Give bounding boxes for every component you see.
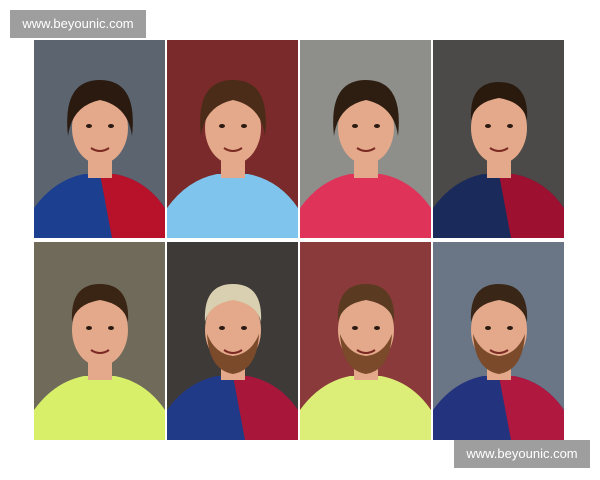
portrait-image xyxy=(34,40,165,238)
left-eye xyxy=(86,124,92,128)
portrait-photo-6 xyxy=(167,242,298,440)
left-eye xyxy=(352,326,358,330)
left-eye xyxy=(219,124,225,128)
portrait-photo-5 xyxy=(34,242,165,440)
right-eye xyxy=(374,326,380,330)
right-eye xyxy=(241,326,247,330)
portrait-photo-4 xyxy=(433,40,564,238)
portrait-image xyxy=(167,40,298,238)
portrait-image xyxy=(433,40,564,238)
left-eye xyxy=(86,326,92,330)
photo-grid xyxy=(34,40,566,440)
right-eye xyxy=(108,124,114,128)
right-eye xyxy=(108,326,114,330)
right-eye xyxy=(241,124,247,128)
portrait-image xyxy=(167,242,298,440)
portrait-photo-1 xyxy=(34,40,165,238)
portrait-image xyxy=(300,40,431,238)
right-eye xyxy=(507,124,513,128)
left-eye xyxy=(485,124,491,128)
portrait-photo-2 xyxy=(167,40,298,238)
portrait-photo-3 xyxy=(300,40,431,238)
right-eye xyxy=(507,326,513,330)
left-eye xyxy=(485,326,491,330)
left-eye xyxy=(352,124,358,128)
portrait-image xyxy=(433,242,564,440)
photo-collage-page: www.beyounic.com www.beyounic.com xyxy=(0,0,600,480)
left-eye xyxy=(219,326,225,330)
watermark-bottom: www.beyounic.com xyxy=(454,440,590,468)
portrait-image xyxy=(34,242,165,440)
portrait-photo-7 xyxy=(300,242,431,440)
right-eye xyxy=(374,124,380,128)
portrait-image xyxy=(300,242,431,440)
portrait-photo-8 xyxy=(433,242,564,440)
watermark-top: www.beyounic.com xyxy=(10,10,146,38)
